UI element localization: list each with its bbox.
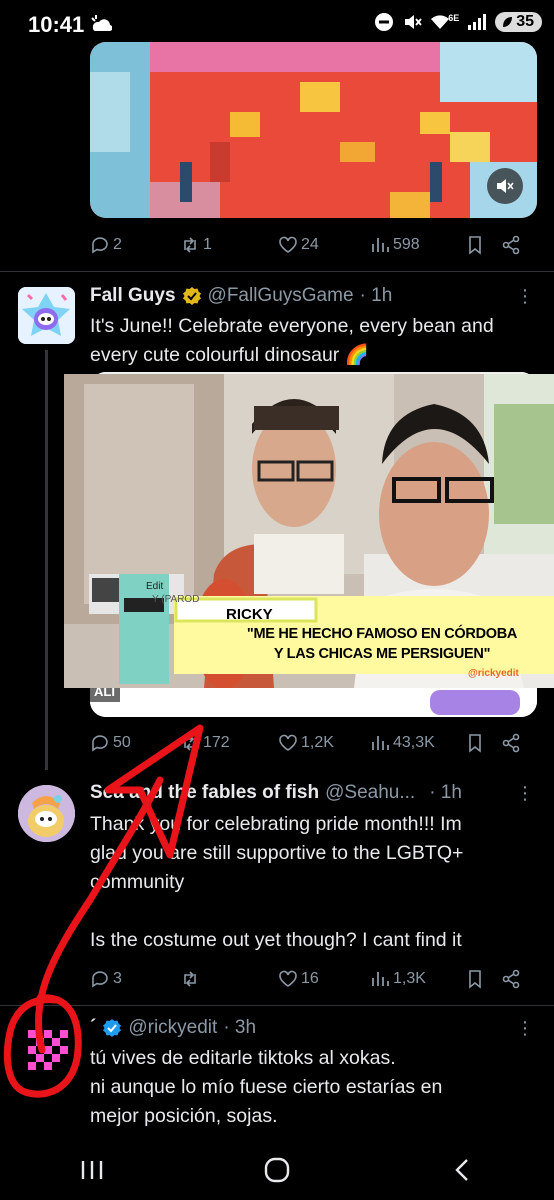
home-icon: [264, 1157, 290, 1183]
recent-apps-button[interactable]: [62, 1150, 122, 1190]
recent-apps-icon: [82, 1161, 103, 1179]
back-icon: [454, 1159, 468, 1181]
back-button[interactable]: [432, 1150, 492, 1190]
home-button[interactable]: [247, 1150, 307, 1190]
red-annotation-arrow: [3, 724, 204, 1098]
system-nav-bar: [0, 1140, 554, 1200]
